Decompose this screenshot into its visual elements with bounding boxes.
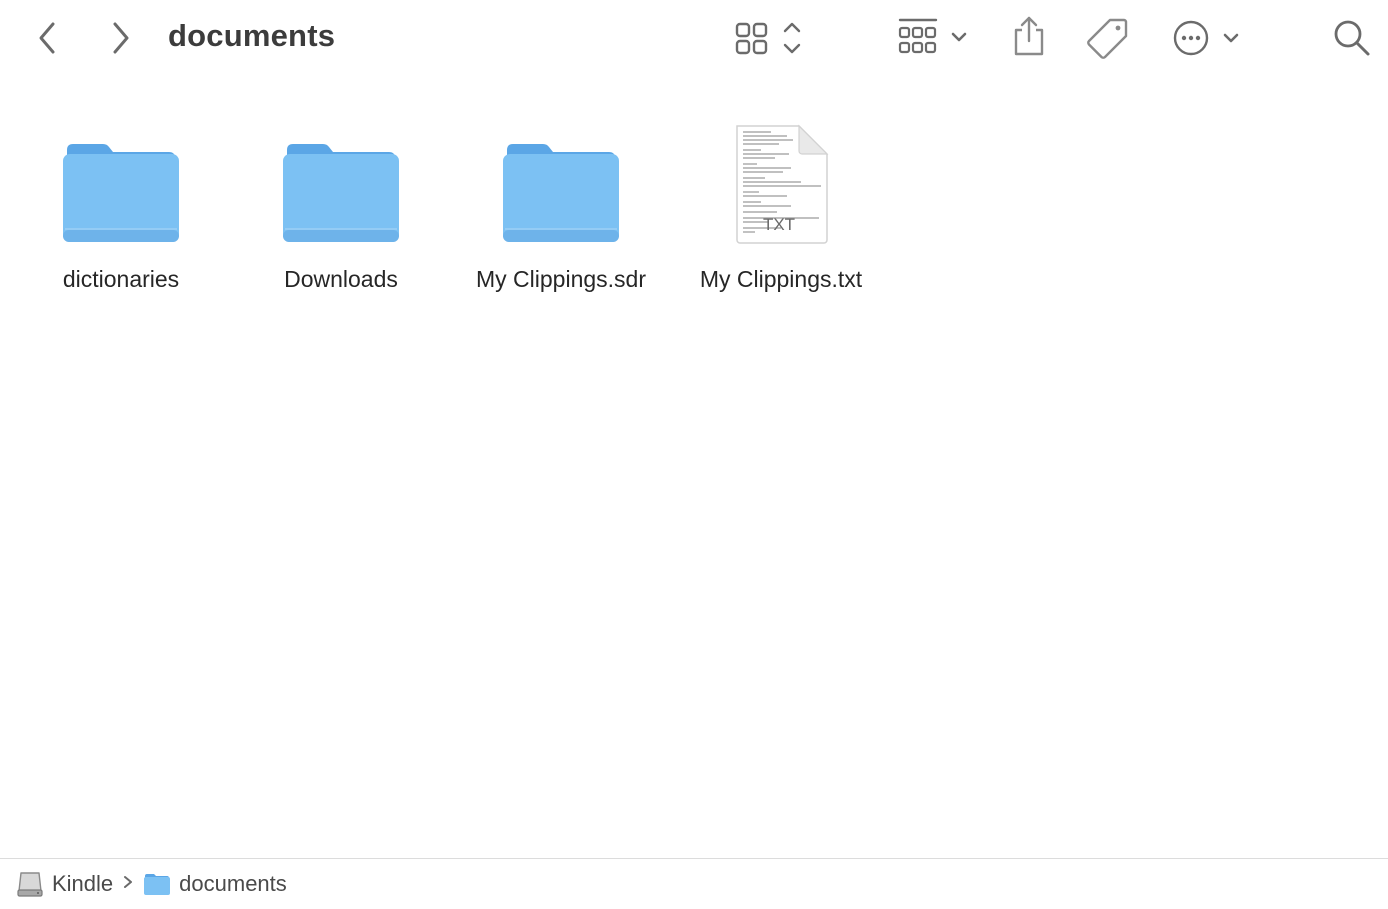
share-button[interactable] (1008, 14, 1050, 58)
file-item-my-clippings-sdr[interactable]: My Clippings.sdr (456, 106, 666, 293)
chevron-right-icon (113, 22, 129, 54)
search-icon (1334, 20, 1370, 56)
forward-button[interactable] (102, 18, 138, 58)
folder-icon (503, 144, 619, 242)
folder-icon (144, 874, 171, 895)
group-by-icon (898, 18, 967, 54)
chevron-right-icon (123, 875, 133, 894)
tag-button[interactable] (1086, 16, 1130, 60)
text-document-icon: TXT (736, 124, 829, 244)
file-name: My Clippings.txt (699, 266, 863, 292)
path-item-documents[interactable]: documents (143, 871, 287, 897)
tag-icon (1087, 18, 1128, 59)
search-button[interactable] (1330, 16, 1374, 60)
folder-icon (283, 144, 399, 242)
share-icon (1014, 16, 1044, 56)
file-name: My Clippings.sdr (476, 266, 646, 292)
file-name: Downloads (284, 266, 398, 292)
path-item-label: documents (179, 871, 287, 896)
ellipsis-circle-icon (1173, 20, 1239, 56)
toolbar: documents (0, 0, 1388, 76)
file-item-downloads[interactable]: Downloads (236, 106, 446, 293)
window-title: documents (168, 18, 336, 53)
file-type-badge: TXT (763, 215, 795, 234)
path-bar: Kindle documents (0, 858, 1388, 909)
folder-icon (63, 144, 179, 242)
back-button[interactable] (30, 18, 66, 58)
action-menu-button[interactable] (1170, 16, 1246, 60)
drive-icon (17, 872, 43, 897)
file-grid: dictionaries Downloads My Clippings.sdr (0, 76, 1388, 858)
path-item-kindle[interactable]: Kindle (16, 870, 113, 898)
path-item-label: Kindle (52, 871, 114, 896)
icon-grid-view-icon (735, 22, 801, 55)
file-name: dictionaries (62, 266, 180, 292)
file-item-dictionaries[interactable]: dictionaries (16, 106, 226, 293)
file-item-my-clippings-txt[interactable]: TXT My Clippings.txt (676, 106, 886, 293)
view-mode-button[interactable] (732, 18, 808, 58)
group-by-button[interactable] (896, 16, 972, 60)
chevron-left-icon (39, 22, 55, 54)
